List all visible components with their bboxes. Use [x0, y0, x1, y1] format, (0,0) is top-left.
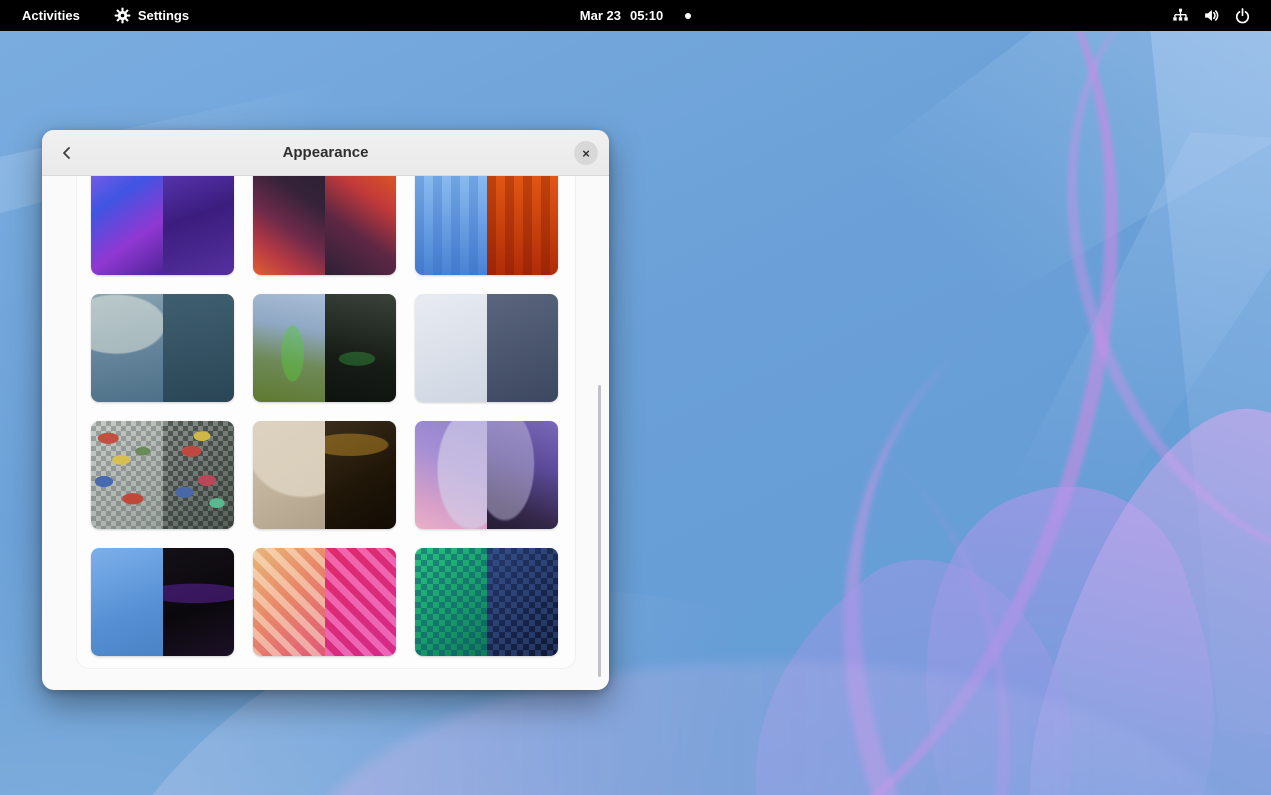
wallpaper-shape — [861, 455, 1271, 795]
wallpaper-thumbnail-pink-chain-links[interactable] — [253, 548, 396, 656]
wallpaper-dark-half — [163, 176, 235, 275]
close-button[interactable]: × — [574, 141, 598, 165]
wallpaper-thumbnail-green-navy-checker[interactable] — [415, 548, 558, 656]
chevron-left-icon — [59, 145, 75, 161]
notification-dot-icon — [685, 13, 691, 19]
wallpaper-dark-half — [325, 294, 397, 402]
close-icon: × — [582, 147, 590, 160]
wallpaper-light-half — [415, 176, 487, 275]
appearance-content — [42, 176, 609, 689]
wallpaper-thumbnail-purple-pixel-abstract[interactable] — [91, 176, 234, 275]
settings-window: Appearance × — [42, 130, 609, 690]
wallpaper-thumbnail-purple-sky-feather[interactable] — [415, 421, 558, 529]
wallpaper-light-half — [253, 176, 325, 275]
wallpaper-dark-half — [487, 548, 559, 656]
wallpaper-dark-half — [163, 421, 235, 529]
wallpaper-shape — [987, 31, 1271, 626]
clock-time: 05:10 — [630, 8, 663, 23]
wallpaper-thumbnail-blue-orange-drips[interactable] — [415, 176, 558, 275]
wallpaper-light-half — [253, 548, 325, 656]
wallpaper-thumbnail-steel-blue-shards[interactable] — [91, 294, 234, 402]
wallpaper-thumbnail-beige-dune[interactable] — [253, 421, 396, 529]
wallpaper-light-half — [253, 294, 325, 402]
wallpaper-light-half — [253, 421, 325, 529]
wallpaper-dark-half — [163, 294, 235, 402]
wallpaper-dark-half — [163, 548, 235, 656]
wallpaper-shape — [675, 516, 1156, 795]
wallpaper-thumbnail-dark-lava-waves[interactable] — [253, 176, 396, 275]
top-bar: Activities — [0, 0, 1271, 31]
clock-button[interactable]: Mar 23 05:10 — [570, 4, 701, 27]
wallpaper-shape — [675, 124, 1271, 795]
wallpaper-shape — [982, 31, 1271, 753]
wallpaper-shape — [678, 31, 1271, 540]
wallpaper-thumbnail-isometric-mosaic[interactable] — [91, 421, 234, 529]
wallpaper-light-half — [91, 421, 163, 529]
wallpaper-grid — [77, 176, 575, 656]
wallpaper-dark-half — [487, 294, 559, 402]
wallpaper-dark-half — [487, 176, 559, 275]
wallpaper-dark-half — [487, 421, 559, 529]
scrollbar-thumb[interactable] — [598, 385, 601, 677]
wallpaper-dark-half — [325, 548, 397, 656]
header-bar: Appearance × — [42, 130, 609, 176]
wallpaper-thumbnail-blue-dark-silk[interactable] — [91, 548, 234, 656]
wallpaper-shape — [994, 376, 1271, 795]
wallpaper-light-half — [415, 548, 487, 656]
back-button[interactable] — [52, 138, 82, 168]
wallpaper-light-half — [415, 294, 487, 402]
wallpaper-shape — [837, 94, 1271, 627]
wallpaper-thumbnail-green-glass-fronds[interactable] — [253, 294, 396, 402]
wallpaper-card — [77, 176, 575, 668]
wallpaper-light-half — [415, 421, 487, 529]
wallpaper-dark-half — [325, 176, 397, 275]
wallpaper-light-half — [91, 548, 163, 656]
clock-date: Mar 23 — [580, 8, 621, 23]
wallpaper-dark-half — [325, 421, 397, 529]
top-bar-center: Mar 23 05:10 — [0, 0, 1271, 31]
clock-label: Mar 23 05:10 — [580, 8, 663, 23]
window-title: Appearance — [42, 144, 609, 161]
wallpaper-light-half — [91, 176, 163, 275]
wallpaper-thumbnail-silver-feather[interactable] — [415, 294, 558, 402]
wallpaper-light-half — [91, 294, 163, 402]
